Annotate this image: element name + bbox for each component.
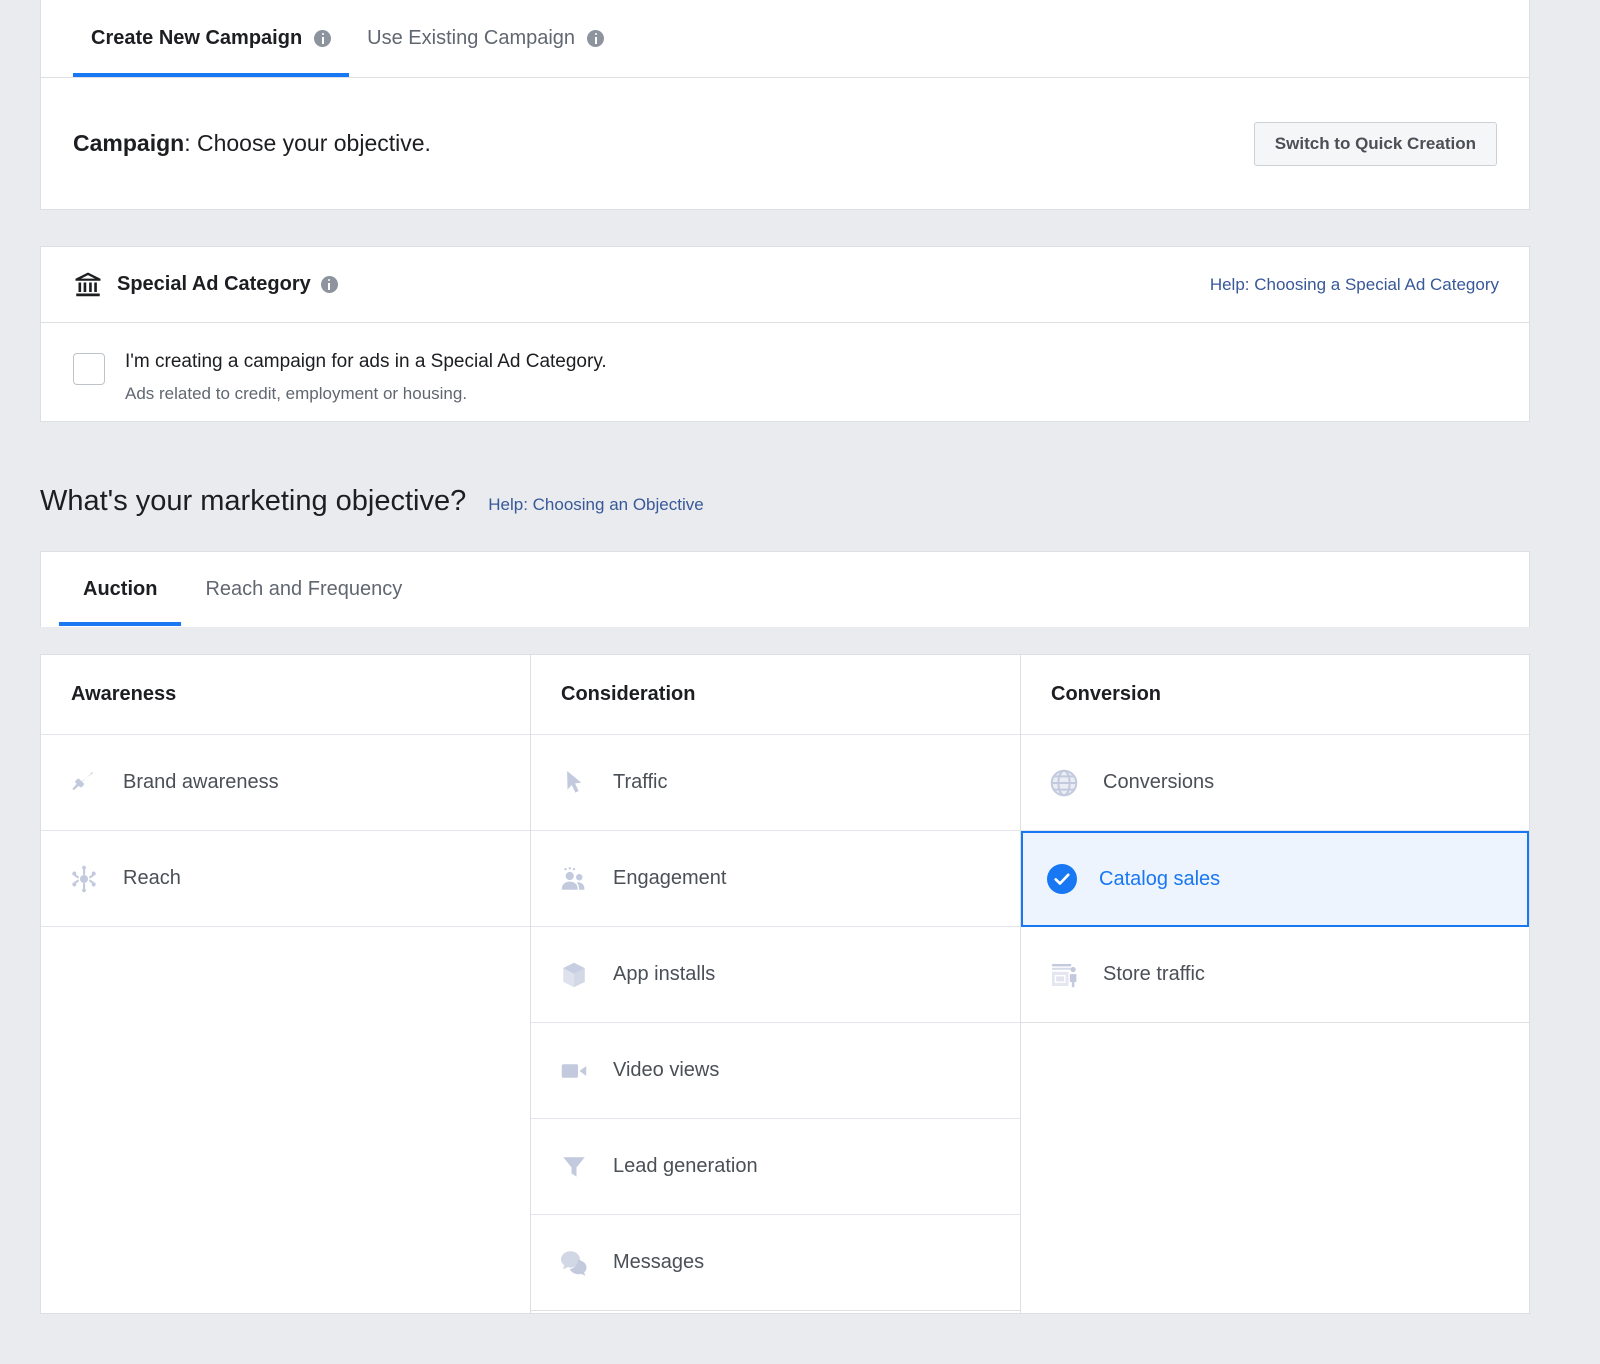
create-campaign-card: Create New Campaign Use Existing Campaig… (40, 0, 1530, 210)
objective-item-conversions[interactable]: Conversions (1021, 735, 1529, 831)
objective-item-label: Messages (613, 1251, 705, 1273)
tab-auction[interactable]: Auction (59, 552, 182, 626)
special-ad-category-checkbox-label: I'm creating a campaign for ads in a Spe… (125, 351, 607, 372)
campaign-label-rest: : Choose your objective. (184, 130, 431, 156)
campaign-label: Campaign (73, 130, 185, 156)
choosing-objective-help-link[interactable]: Help: Choosing an Objective (488, 495, 703, 515)
objective-item-reach[interactable]: Reach (41, 831, 530, 927)
objective-item-label: Conversions (1103, 771, 1215, 793)
objective-item-label: Traffic (613, 771, 668, 793)
megaphone-icon (67, 766, 101, 800)
campaign-objective-text: Campaign: Choose your objective. (73, 130, 431, 157)
funnel-icon (557, 1150, 591, 1184)
objective-column-conversion: Conversion Conversions Catalog sales Sto… (1021, 655, 1529, 1313)
special-ad-category-help-link[interactable]: Help: Choosing a Special Ad Category (1210, 275, 1499, 295)
column-header-conversion: Conversion (1021, 655, 1529, 735)
special-ad-category-title: Special Ad Category (117, 273, 311, 295)
objective-item-lead-generation[interactable]: Lead generation (531, 1119, 1020, 1215)
reach-icon (67, 862, 101, 896)
objective-item-label: Engagement (613, 867, 727, 889)
objective-item-messages[interactable]: Messages (531, 1215, 1020, 1311)
tab-use-existing-campaign-label: Use Existing Campaign (367, 27, 576, 49)
chat-bubbles-icon (557, 1246, 591, 1280)
objective-item-brand-awareness[interactable]: Brand awareness (41, 735, 530, 831)
special-ad-category-header-left: Special Ad Category (73, 270, 338, 300)
page-title: What's your marketing objective? (40, 485, 467, 517)
special-ad-category-card: Special Ad Category Help: Choosing a Spe… (40, 246, 1530, 422)
special-ad-category-checkbox[interactable] (73, 353, 105, 385)
objective-item-catalog-sales[interactable]: Catalog sales (1021, 831, 1529, 927)
switch-to-quick-creation-button[interactable]: Switch to Quick Creation (1253, 121, 1497, 166)
marketing-objective-heading-row: What's your marketing objective? Help: C… (40, 485, 704, 518)
special-ad-category-texts: I'm creating a campaign for ads in a Spe… (125, 351, 607, 404)
cursor-icon (557, 766, 591, 800)
objective-item-label: App installs (613, 963, 716, 985)
special-ad-category-header: Special Ad Category Help: Choosing a Spe… (41, 247, 1529, 323)
globe-icon (1047, 766, 1081, 800)
campaign-mode-tabbar: Create New Campaign Use Existing Campaig… (41, 0, 1529, 78)
special-ad-category-body: I'm creating a campaign for ads in a Spe… (41, 323, 1529, 404)
tab-reach-and-frequency[interactable]: Reach and Frequency (181, 552, 426, 626)
objective-item-label: Video views (613, 1059, 720, 1081)
objective-item-label: Catalog sales (1099, 867, 1221, 890)
storefront-icon (1047, 958, 1081, 992)
tab-create-new-campaign[interactable]: Create New Campaign (73, 0, 350, 77)
objective-item-app-installs[interactable]: App installs (531, 927, 1020, 1023)
cube-icon (557, 958, 591, 992)
objective-item-engagement[interactable]: Engagement (531, 831, 1020, 927)
objective-column-consideration: Consideration Traffic Engagement App ins… (531, 655, 1021, 1313)
buying-type-tabs-card: Auction Reach and Frequency (40, 551, 1530, 627)
objective-table: Awareness Brand awareness Reach Consider… (40, 654, 1530, 1314)
objective-item-label: Brand awareness (123, 771, 279, 793)
info-icon[interactable] (587, 30, 605, 47)
objective-item-video-views[interactable]: Video views (531, 1023, 1020, 1119)
special-ad-category-checkbox-sublabel: Ads related to credit, employment or hou… (125, 383, 468, 403)
objective-item-label: Store traffic (1103, 963, 1205, 985)
people-icon (557, 862, 591, 896)
info-icon[interactable] (320, 276, 338, 293)
column-header-consideration: Consideration (531, 655, 1020, 735)
video-camera-icon (557, 1054, 591, 1088)
objective-item-label: Lead generation (613, 1155, 758, 1177)
tab-create-new-campaign-label: Create New Campaign (91, 27, 303, 49)
buying-type-tabbar: Auction Reach and Frequency (41, 552, 1529, 627)
column-header-awareness: Awareness (41, 655, 530, 735)
objective-item-traffic[interactable]: Traffic (531, 735, 1020, 831)
check-circle-icon (1047, 864, 1077, 894)
objective-item-store-traffic[interactable]: Store traffic (1021, 927, 1529, 1023)
objective-item-label: Reach (123, 867, 181, 889)
campaign-objective-row: Campaign: Choose your objective. Switch … (41, 78, 1529, 209)
bank-icon (73, 270, 103, 300)
info-icon[interactable] (314, 30, 332, 47)
tab-use-existing-campaign[interactable]: Use Existing Campaign (349, 0, 622, 77)
campaign-creation-page: Create New Campaign Use Existing Campaig… (0, 0, 1600, 1364)
objective-column-awareness: Awareness Brand awareness Reach (41, 655, 531, 1313)
